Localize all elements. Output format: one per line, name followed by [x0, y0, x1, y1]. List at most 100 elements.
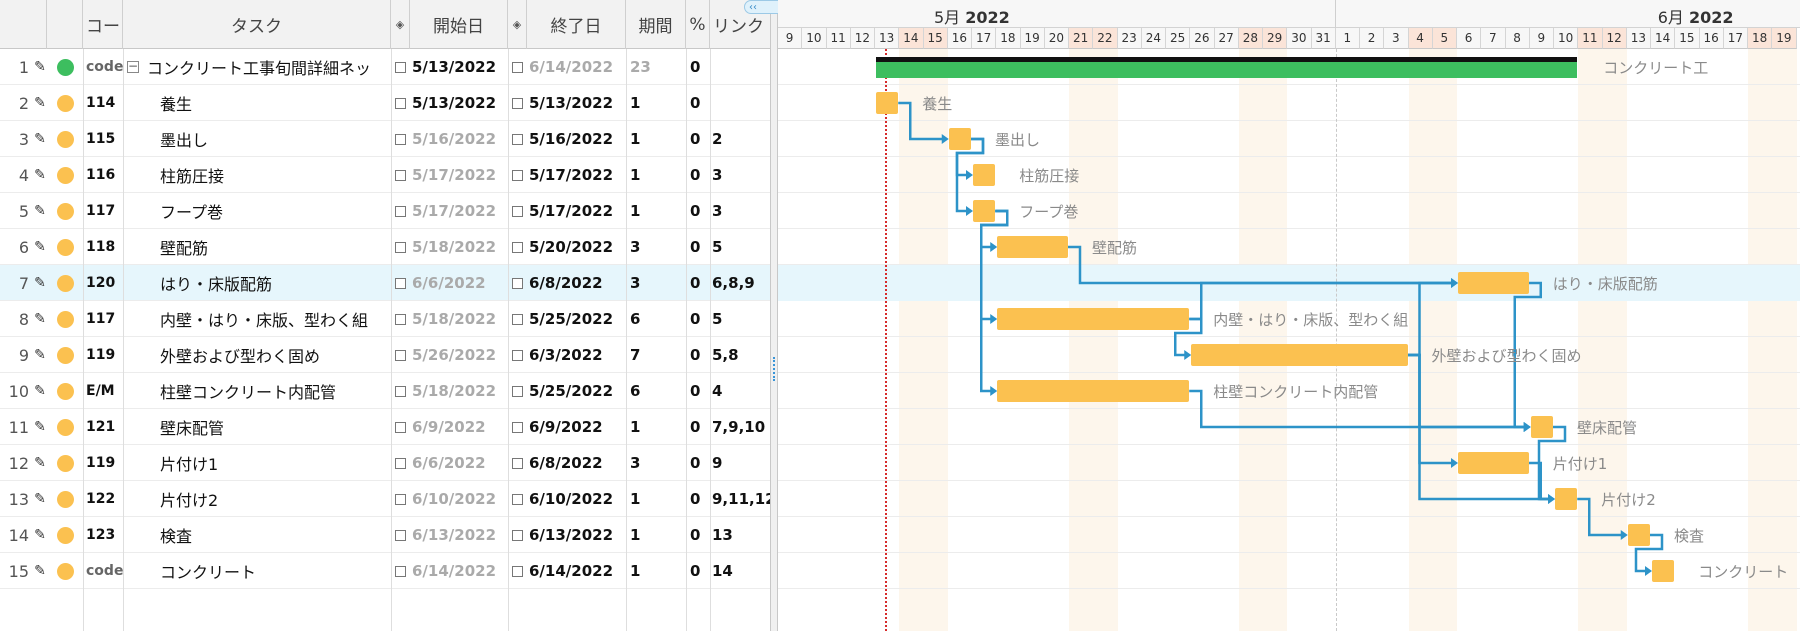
end-constraint-checkbox[interactable] [508, 229, 527, 265]
pencil-icon[interactable]: ✎ [33, 85, 47, 121]
pencil-icon[interactable]: ✎ [33, 265, 47, 301]
end-date[interactable]: 6/3/2022 [528, 337, 626, 373]
table-row[interactable]: 4 ✎ 116 柱筋圧接 5/17/2022 5/17/2022 1 0 3 [0, 157, 770, 193]
pencil-icon[interactable]: ✎ [33, 481, 47, 517]
end-constraint-checkbox[interactable] [508, 517, 527, 553]
end-date[interactable]: 6/13/2022 [528, 517, 626, 553]
splitter-grip-icon[interactable] [773, 357, 776, 381]
duration[interactable]: 7 [628, 337, 686, 373]
task-bar[interactable] [997, 380, 1190, 402]
end-constraint-checkbox[interactable] [508, 121, 527, 157]
end-constraint-checkbox[interactable] [508, 301, 527, 337]
task-bar[interactable] [1458, 452, 1529, 474]
start-date[interactable]: 5/18/2022 [411, 301, 508, 337]
task-name[interactable]: 柱壁コンクリート内配管 [160, 373, 391, 409]
start-constraint-checkbox[interactable] [391, 265, 410, 301]
pencil-icon[interactable]: ✎ [33, 517, 47, 553]
summary-bar[interactable] [876, 57, 1578, 78]
predecessor-links[interactable] [712, 85, 770, 121]
end-constraint-checkbox[interactable] [508, 553, 527, 589]
header-duration[interactable]: 期間 [626, 0, 686, 49]
start-date[interactable]: 6/9/2022 [411, 409, 508, 445]
start-date[interactable]: 6/6/2022 [411, 445, 508, 481]
percent-complete[interactable]: 0 [688, 85, 710, 121]
start-constraint-checkbox[interactable] [391, 409, 410, 445]
end-constraint-checkbox[interactable] [508, 49, 527, 85]
duration[interactable]: 3 [628, 445, 686, 481]
header-end-date[interactable]: 終了日 [527, 0, 626, 49]
pencil-icon[interactable]: ✎ [33, 157, 47, 193]
end-date[interactable]: 6/10/2022 [528, 481, 626, 517]
predecessor-links[interactable]: 2 [712, 121, 770, 157]
end-date[interactable]: 5/20/2022 [528, 229, 626, 265]
predecessor-links[interactable]: 9,11,12 [712, 481, 770, 517]
pencil-icon[interactable]: ✎ [33, 229, 47, 265]
duration[interactable]: 1 [628, 481, 686, 517]
pencil-icon[interactable]: ✎ [33, 301, 47, 337]
end-date[interactable]: 5/17/2022 [528, 193, 626, 229]
percent-complete[interactable]: 0 [688, 481, 710, 517]
header-code[interactable]: コー [83, 0, 123, 49]
start-constraint-checkbox[interactable] [391, 229, 410, 265]
start-date[interactable]: 5/13/2022 [411, 85, 508, 121]
table-row[interactable]: 5 ✎ 117 フープ巻 5/17/2022 5/17/2022 1 0 3 [0, 193, 770, 229]
task-name[interactable]: はり・床版配筋 [160, 265, 391, 301]
end-constraint-checkbox[interactable] [508, 85, 527, 121]
start-date[interactable]: 6/10/2022 [411, 481, 508, 517]
task-name[interactable]: 墨出し [160, 121, 391, 157]
start-constraint-checkbox[interactable] [391, 193, 410, 229]
predecessor-links[interactable]: 13 [712, 517, 770, 553]
duration[interactable]: 6 [628, 301, 686, 337]
end-date[interactable]: 5/16/2022 [528, 121, 626, 157]
predecessor-links[interactable]: 3 [712, 157, 770, 193]
percent-complete[interactable]: 0 [688, 193, 710, 229]
task-bar[interactable] [1652, 560, 1675, 582]
task-name[interactable]: 柱筋圧接 [160, 157, 391, 193]
percent-complete[interactable]: 0 [688, 409, 710, 445]
start-date[interactable]: 5/16/2022 [411, 121, 508, 157]
end-date[interactable]: 6/8/2022 [528, 445, 626, 481]
start-date[interactable]: 5/18/2022 [411, 373, 508, 409]
task-name[interactable]: コンクリート工事旬間詳細ネッ [147, 49, 391, 85]
pane-splitter[interactable] [770, 0, 778, 631]
header-percent[interactable]: % [686, 0, 710, 49]
start-date[interactable]: 5/17/2022 [411, 157, 508, 193]
duration[interactable]: 1 [628, 517, 686, 553]
start-constraint-checkbox[interactable] [391, 337, 410, 373]
duration[interactable]: 1 [628, 409, 686, 445]
start-date[interactable]: 5/18/2022 [411, 229, 508, 265]
table-row[interactable]: 11 ✎ 121 壁床配管 6/9/2022 6/9/2022 1 0 7,9,10 [0, 409, 770, 445]
end-date[interactable]: 6/14/2022 [528, 553, 626, 589]
task-name[interactable]: コンクリート [160, 553, 391, 589]
table-row[interactable]: 8 ✎ 117 内壁・はり・床版、型わく組 5/18/2022 5/25/2022 6 0 5 [0, 301, 770, 337]
end-constraint-checkbox[interactable] [508, 337, 527, 373]
start-date[interactable]: 5/13/2022 [411, 49, 508, 85]
task-bar[interactable] [1530, 416, 1553, 438]
percent-complete[interactable]: 0 [688, 373, 710, 409]
end-constraint-checkbox[interactable] [508, 193, 527, 229]
start-constraint-checkbox[interactable] [391, 517, 410, 553]
percent-complete[interactable]: 0 [688, 301, 710, 337]
duration[interactable]: 1 [628, 157, 686, 193]
task-name[interactable]: 内壁・はり・床版、型わく組 [160, 301, 391, 337]
dependency-link[interactable] [1407, 353, 1457, 465]
duration[interactable]: 1 [628, 553, 686, 589]
task-bar[interactable] [973, 164, 996, 186]
diamond-icon[interactable]: ◈ [508, 0, 527, 49]
end-date[interactable]: 6/9/2022 [528, 409, 626, 445]
task-name[interactable]: 片付け1 [160, 445, 391, 481]
task-bar[interactable] [997, 308, 1190, 330]
start-date[interactable]: 5/17/2022 [411, 193, 508, 229]
task-bar[interactable] [876, 92, 899, 114]
table-row[interactable]: 2 ✎ 114 養生 5/13/2022 5/13/2022 1 0 [0, 85, 770, 121]
task-name[interactable]: 養生 [160, 85, 391, 121]
start-date[interactable]: 5/26/2022 [411, 337, 508, 373]
start-constraint-checkbox[interactable] [391, 445, 410, 481]
minus-box-icon[interactable]: − [125, 49, 141, 85]
table-row[interactable]: 9 ✎ 119 外壁および型わく固め 5/26/2022 6/3/2022 7 0 5,8 [0, 337, 770, 373]
start-date[interactable]: 6/13/2022 [411, 517, 508, 553]
task-name[interactable]: 片付け2 [160, 481, 391, 517]
pencil-icon[interactable]: ✎ [33, 121, 47, 157]
percent-complete[interactable]: 0 [688, 553, 710, 589]
end-constraint-checkbox[interactable] [508, 265, 527, 301]
